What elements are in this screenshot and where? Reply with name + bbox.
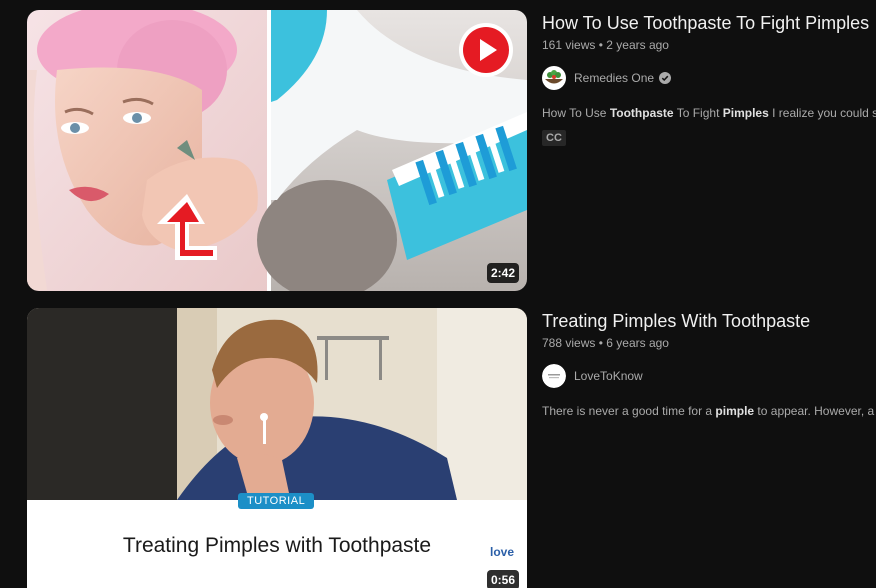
tutorial-tag: TUTORIAL: [238, 493, 315, 509]
channel-avatar[interactable]: [542, 364, 566, 388]
snippet-text: I realize you could se: [768, 106, 876, 120]
video-info: Treating Pimples With Toothpaste 788 vie…: [542, 308, 876, 420]
snippet-text: To Fight: [673, 106, 723, 120]
video-description-snippet: How To Use Toothpaste To Fight Pimples I…: [542, 104, 876, 122]
channel-avatar[interactable]: [542, 66, 566, 90]
channel-name[interactable]: Remedies One: [574, 71, 654, 85]
video-info: How To Use Toothpaste To Fight Pimples 1…: [542, 10, 876, 146]
lovetoknow-watermark: love: [490, 545, 515, 559]
video-metadata: 788 views • 6 years ago: [542, 335, 876, 351]
video-title[interactable]: Treating Pimples With Toothpaste: [542, 309, 876, 333]
upload-age: 2 years ago: [606, 38, 669, 52]
channel-name[interactable]: LoveToKnow: [574, 369, 643, 383]
snippet-highlight: Pimples: [722, 106, 769, 120]
snippet-text: to appear. However, a: [754, 404, 876, 418]
duration-badge: 0:56: [486, 570, 519, 588]
snippet-highlight: Toothpaste: [609, 106, 674, 120]
thumbnail-caption: Treating Pimples with Toothpaste: [122, 534, 432, 557]
play-logo-icon: [459, 23, 513, 77]
verified-badge-icon: [659, 72, 672, 84]
view-count: 788 views: [542, 336, 596, 350]
closed-captions-badge: CC: [542, 130, 566, 146]
video-result: 2:42 How To Use Toothpaste To Fight Pimp…: [27, 10, 876, 291]
thumbnail-image: [27, 10, 527, 291]
channel-link[interactable]: Remedies One: [542, 66, 876, 90]
video-thumbnail[interactable]: TUTORIAL Treating Pimples with Toothpast…: [27, 308, 527, 588]
snippet-text: There is never a good time for a: [542, 404, 716, 418]
duration-badge: 2:42: [486, 263, 519, 283]
view-count: 161 views: [542, 38, 596, 52]
video-description-snippet: There is never a good time for a pimple …: [542, 402, 876, 420]
video-title[interactable]: How To Use Toothpaste To Fight Pimples: [542, 11, 876, 35]
video-thumbnail[interactable]: 2:42: [27, 10, 527, 291]
video-result: TUTORIAL Treating Pimples with Toothpast…: [27, 308, 876, 588]
upload-age: 6 years ago: [606, 336, 669, 350]
video-metadata: 161 views • 2 years ago: [542, 37, 876, 53]
channel-link[interactable]: LoveToKnow: [542, 364, 876, 388]
snippet-text: How To Use: [542, 106, 610, 120]
snippet-highlight: pimple: [715, 404, 755, 418]
